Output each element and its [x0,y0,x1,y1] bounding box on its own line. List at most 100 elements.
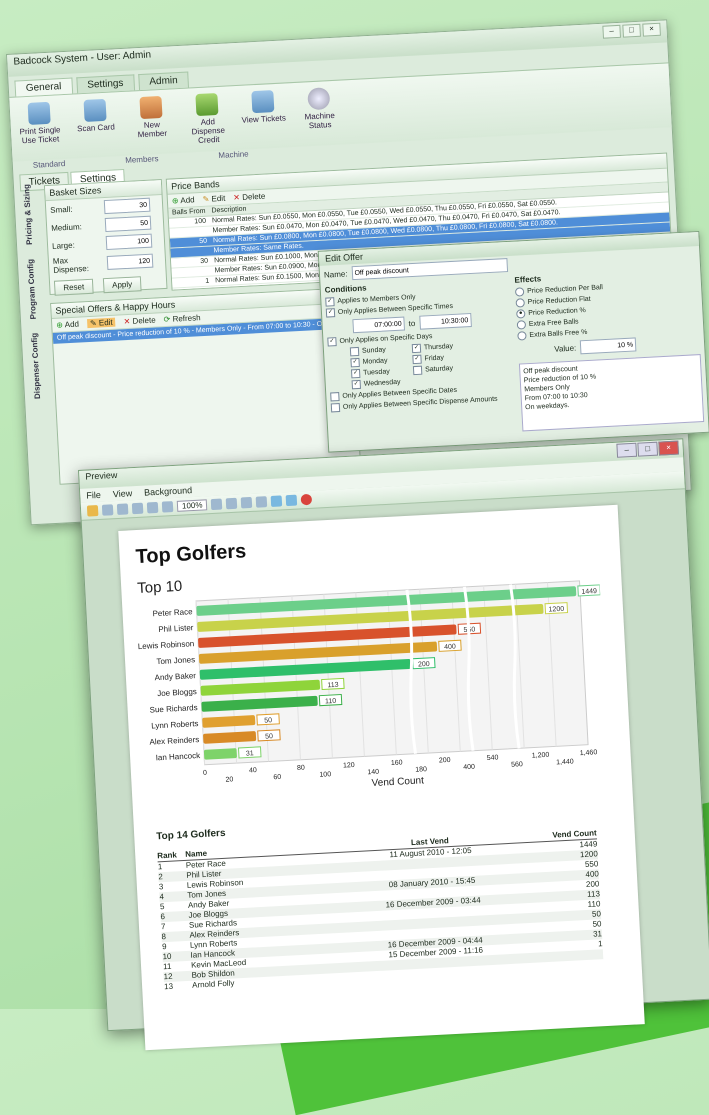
edit-icon: ✎ [89,318,97,328]
close-icon[interactable]: × [642,22,661,37]
ribbon-tab-admin[interactable]: Admin [137,71,190,91]
export-icon[interactable] [271,495,283,507]
admin-window-title: Badcock System - User: Admin [13,49,152,68]
add-credit-button[interactable]: Add Dispense Credit [183,92,232,146]
users-icon [139,95,163,120]
preview-window: Preview – □ × File View Background 100% … [78,438,709,1051]
print-ticket-button[interactable]: Print Single Use Ticket [16,101,65,155]
basket-large-input[interactable] [105,233,153,251]
view-tickets-label: View Tickets [241,113,287,125]
x-tick-label: 400 [463,764,475,772]
checkbox-icon: ✓ [350,368,361,379]
price-band-add-button[interactable]: ⊕ Add [172,195,195,205]
previous-page-icon[interactable] [226,497,238,510]
data-label: 31 [246,750,254,757]
conditions-group: Conditions ✓ Applies to Members Only ✓ Onl… [320,274,518,446]
price-band-delete-button[interactable]: ✕ Delete [233,192,265,203]
ticket-icon [251,90,275,114]
open-icon[interactable] [86,505,99,517]
value-input[interactable] [579,337,637,355]
side-tab-dispenser[interactable]: Dispenser Config [30,333,42,400]
top-10-chart: Peter Race1449Phil Lister1200Lewis Robin… [138,580,601,789]
scan-card-button[interactable]: Scan Card [72,98,121,152]
checkbox-icon: ✓ [350,357,360,368]
basket-max-label: Max Dispense: [52,256,90,275]
edit-icon: ✎ [202,194,210,204]
basket-small-input[interactable] [103,197,151,215]
ribbon-group-machine: Machine [218,149,249,161]
magnifier-icon [83,98,107,122]
first-page-icon[interactable] [211,498,223,511]
basket-max-input[interactable] [106,253,154,270]
y-tick-label: Peter Race [152,607,193,618]
apply-button[interactable]: Apply [102,276,142,294]
day-checkbox[interactable]: Saturday [409,362,471,376]
side-tab-pricing[interactable]: Pricing & Sizing [22,184,34,245]
minimize-icon[interactable]: – [616,442,638,458]
zoom-select[interactable]: 100% [176,499,208,512]
basket-sizes-panel: Basket Sizes Small: Medium: Large: Max D… [43,179,168,296]
bar [203,748,237,760]
price-band-edit-button[interactable]: ✎ Edit [202,194,225,204]
zoom-out-icon[interactable] [161,501,174,513]
minimize-icon[interactable]: – [602,24,621,39]
next-page-icon[interactable] [241,496,253,509]
machine-status-button[interactable]: Machine Status [295,87,344,141]
data-label: 50 [265,733,273,740]
basket-medium-label: Medium: [50,221,83,233]
menu-background[interactable]: Background [144,485,193,498]
add-icon: ⊕ [56,320,64,330]
checkbox-icon [349,346,360,357]
reset-button[interactable]: Reset [53,278,94,296]
scan-card-label: Scan Card [76,122,116,134]
side-tab-program[interactable]: Program Config [26,259,38,320]
y-tick-label: Joe Bloggs [157,687,197,698]
time-from-input[interactable] [352,316,406,334]
add-icon: ⊕ [171,196,179,206]
view-tickets-button[interactable]: View Tickets [239,89,288,143]
report-page: Top Golfers Top 10 Peter Race 1449 Phil Li… [118,504,645,1051]
maximize-icon[interactable]: □ [622,23,641,38]
y-tick-label: Lynn Roberts [151,719,199,730]
basket-medium-input[interactable] [104,215,152,233]
time-to-input[interactable] [418,313,472,330]
cell-rank: 13 [163,981,174,992]
effects-options: Price Reduction Per Ball Price Reduction … [511,277,704,342]
close-icon[interactable]: × [658,440,680,456]
coins-icon [195,92,219,117]
value-label: Value: [553,343,577,354]
page-setup-icon[interactable] [131,502,144,515]
offer-delete-button[interactable]: ✕ Delete [123,316,155,327]
offer-add-button[interactable]: ⊕ Add [56,320,79,330]
report-title: Top Golfers [135,540,247,569]
x-tick-label: 120 [343,762,355,770]
x-tick-label: 20 [225,776,233,783]
menu-file[interactable]: File [86,490,101,501]
last-page-icon[interactable] [256,496,268,508]
offer-summary: Off peak discount Price reduction of 10 %… [518,354,705,432]
x-tick-label: 40 [249,767,257,774]
menu-view[interactable]: View [113,488,133,499]
radio-icon [517,331,527,341]
zoom-in-icon[interactable] [146,501,159,514]
table-title: Top 14 Golfers [156,827,226,843]
day-label: Saturday [424,365,454,374]
x-axis-label: Vend Count [371,775,424,789]
print-icon[interactable] [116,503,129,515]
save-icon[interactable] [101,504,114,516]
preview-window-title: Preview [85,469,118,482]
basket-large-label: Large: [51,240,75,251]
maximize-icon[interactable]: □ [637,441,659,457]
offer-edit-button[interactable]: ✎ Edit [86,317,116,329]
ribbon-tab-settings[interactable]: Settings [75,74,135,94]
checkbox-icon [330,392,340,402]
close-preview-icon[interactable] [301,493,313,506]
chart-title: Top 10 [136,577,183,598]
new-member-button[interactable]: New Member [127,95,176,149]
offer-edit-label: Edit [98,317,113,328]
x-tick-label: 160 [391,759,403,767]
ribbon-tab-general[interactable]: General [14,77,73,97]
checkbox-icon: ✓ [351,379,362,390]
offer-refresh-button[interactable]: ⟳ Refresh [163,313,200,324]
email-icon[interactable] [286,494,298,507]
